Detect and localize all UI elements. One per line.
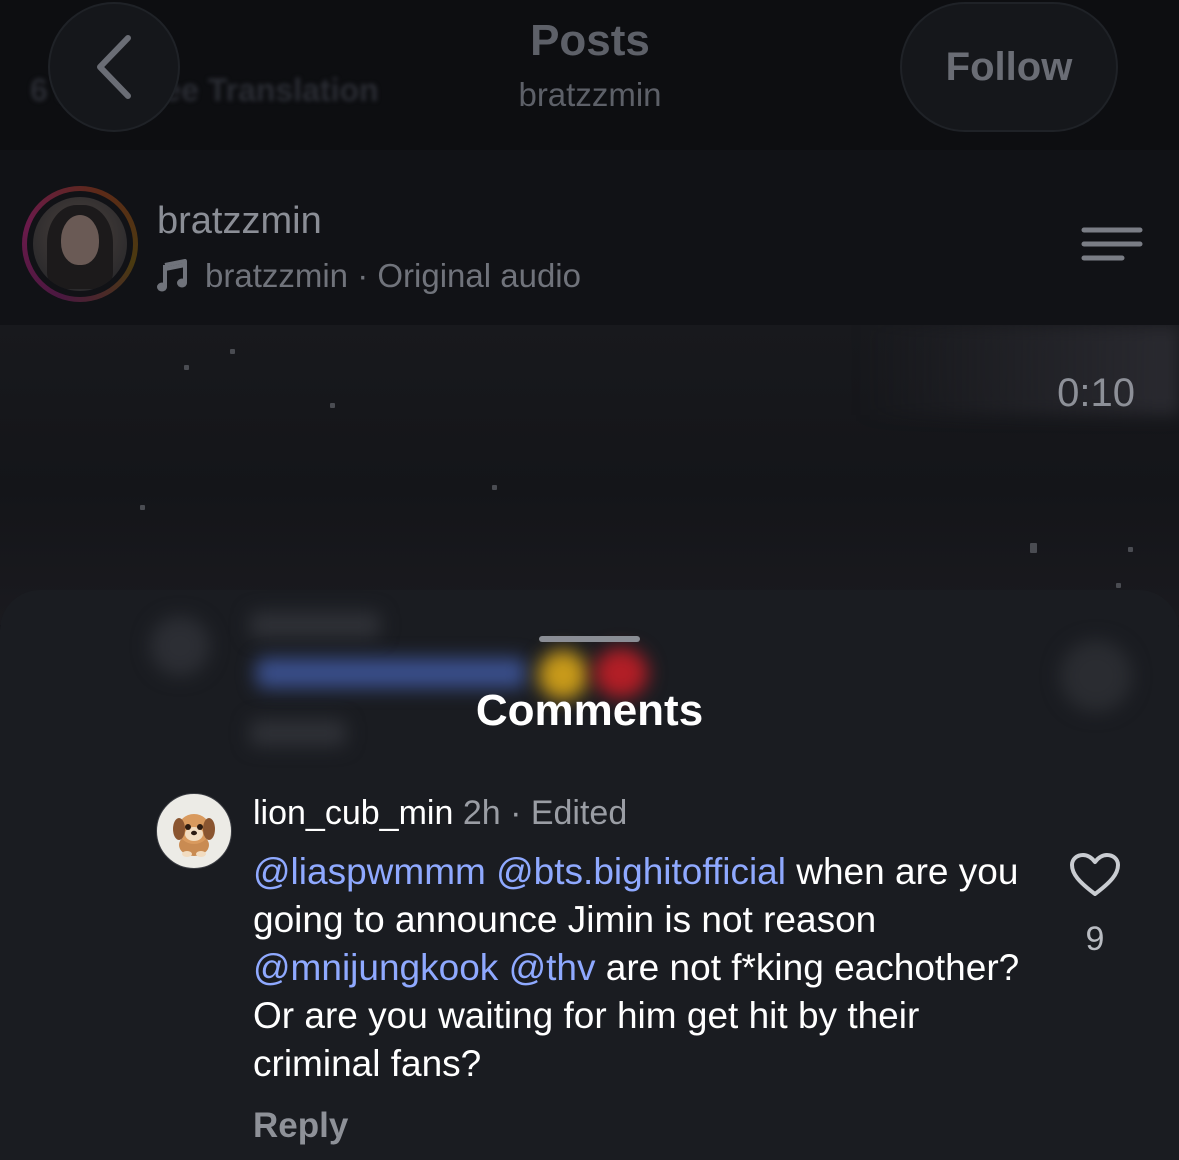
comment-meta: 2h · Edited [462, 794, 628, 832]
audio-label: bratzzmin · Original audio [205, 257, 581, 294]
comment-header: lion_cub_min 2h · Edited [253, 794, 627, 833]
comment-text: @liaspwmmm @bts.bighitofficial when are … [253, 851, 1020, 1084]
author-avatar[interactable] [22, 186, 138, 302]
video-player[interactable]: 0:10 [0, 325, 1179, 625]
sheet-drag-handle[interactable] [539, 636, 640, 642]
commenter-avatar[interactable] [156, 793, 232, 869]
heart-icon[interactable] [1069, 852, 1121, 898]
reels-comments-screen: 6 ago · See Translation Posts bratzzmin … [0, 0, 1179, 1160]
page-title: Posts [530, 16, 650, 65]
chevron-left-icon [97, 35, 131, 99]
top-navigation-bar: 6 ago · See Translation Posts bratzzmin … [0, 0, 1179, 150]
author-username[interactable]: bratzzmin [157, 200, 322, 243]
comments-title: Comments [475, 686, 704, 735]
mention-link[interactable]: @thv [509, 947, 596, 988]
menu-icon[interactable] [1080, 226, 1144, 262]
back-button[interactable] [48, 2, 180, 132]
mention-link[interactable]: @liaspwmmm [253, 851, 486, 892]
author-avatar-image [33, 197, 127, 291]
mention-link[interactable]: @mnijungkook [253, 947, 498, 988]
mention-link[interactable]: @bts.bighitofficial [496, 851, 786, 892]
page-subtitle: bratzzmin [518, 76, 662, 113]
like-count: 9 [1085, 920, 1105, 958]
video-timestamp: 0:10 [1057, 371, 1135, 415]
post-author-row: bratzzmin bratzzmin · Original audio [0, 150, 1179, 325]
original-audio-link[interactable]: bratzzmin · Original audio [157, 257, 581, 295]
puppy-avatar-icon [173, 814, 215, 857]
commenter-username[interactable]: lion_cub_min [253, 794, 453, 832]
follow-button[interactable]: Follow [900, 2, 1118, 132]
comments-sheet: Comments lion_cub_min 2h · Edited @liasp… [0, 590, 1179, 1160]
music-note-icon [157, 259, 187, 292]
reply-button[interactable]: Reply [253, 1106, 348, 1146]
